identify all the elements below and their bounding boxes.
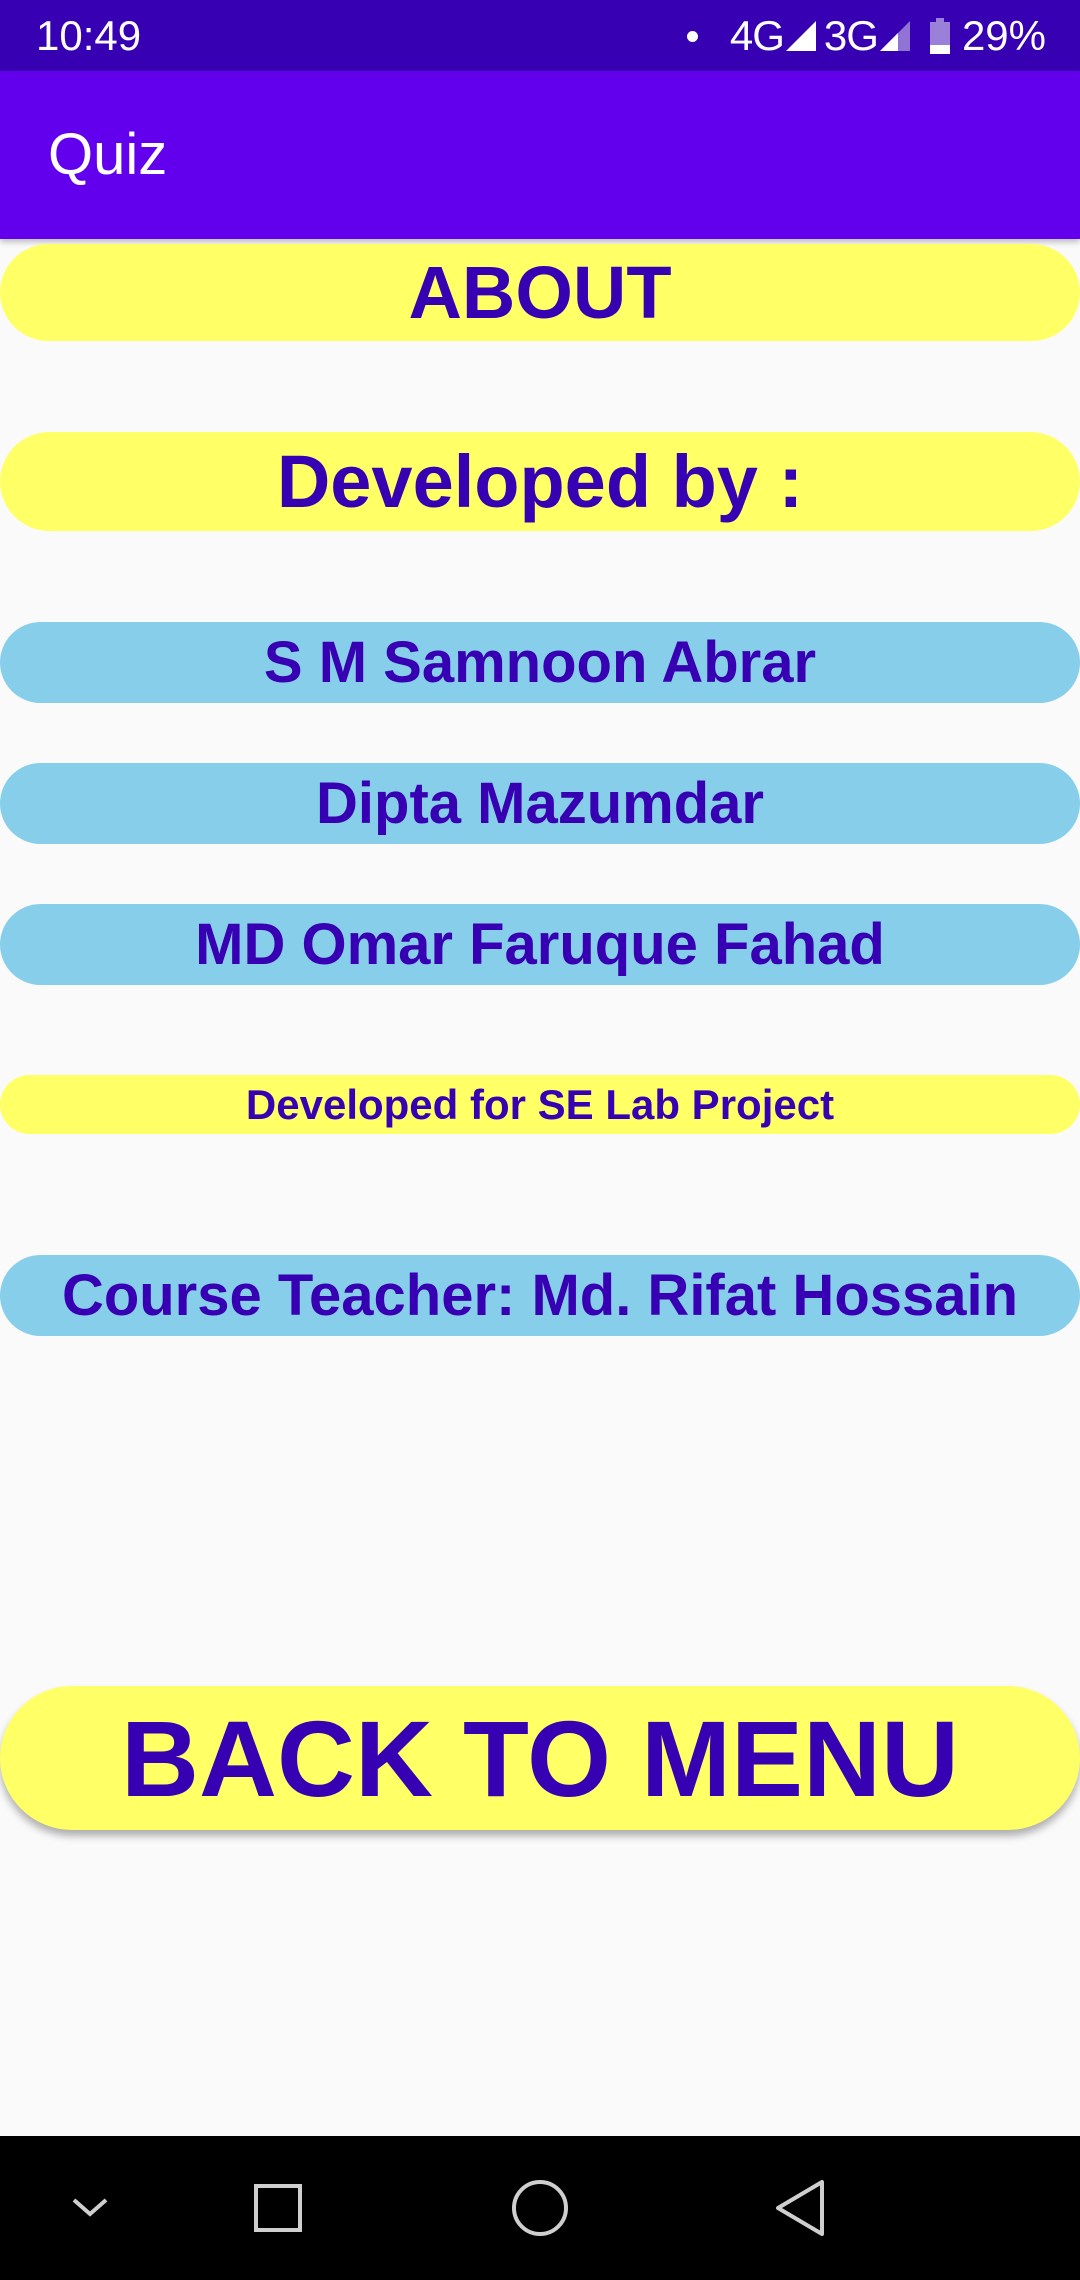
developer-name-1: S M Samnoon Abrar [0,622,1080,703]
battery-percent: 29% [961,12,1046,59]
status-indicators: 4G 3G 29% [686,8,1046,64]
developed-by-label: Developed by : [0,432,1080,531]
app-title: Quiz [48,122,168,187]
navigation-bar [0,2136,1080,2280]
signal-3g-icon [878,19,912,53]
developer-name-3: MD Omar Faruque Fahad [0,904,1080,985]
status-bar: 10:49 4G 3G 29% [0,0,1080,71]
home-icon[interactable] [480,2136,600,2280]
battery-icon [929,18,950,54]
notification-dot-icon [686,30,698,42]
signal-4g-icon [784,19,818,53]
back-icon[interactable] [740,2136,860,2280]
status-time: 10:49 [36,12,142,59]
network-3g-label: 3G [823,12,879,59]
developer-name-2: Dipta Mazumdar [0,763,1080,844]
app-bar: Quiz [0,71,1080,239]
course-teacher: Course Teacher: Md. Rifat Hossain [0,1255,1080,1336]
about-heading: ABOUT [0,244,1080,341]
network-4g-label: 4G [729,12,785,59]
back-to-menu-button[interactable]: BACK TO MENU [0,1686,1080,1830]
project-note: Developed for SE Lab Project [0,1075,1080,1134]
recents-icon[interactable] [218,2136,338,2280]
chevron-down-icon[interactable] [30,2136,150,2280]
